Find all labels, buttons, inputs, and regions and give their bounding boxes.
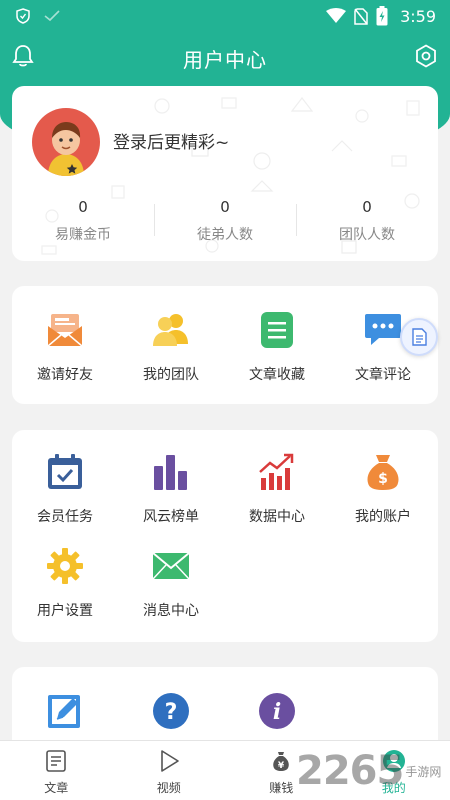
stat-value: 0 (78, 198, 88, 216)
nav-label: 赚钱 (269, 781, 294, 795)
user-icon (382, 749, 406, 773)
menu-label: 邀请好友 (37, 367, 93, 383)
profile-card[interactable]: 登录后更精彩~ 0 易赚金币 0 徒弟人数 0 团队人数 (12, 86, 438, 261)
svg-text:?: ? (165, 700, 178, 725)
menu-info[interactable]: i (224, 691, 330, 731)
check-icon (44, 10, 60, 22)
stat-team[interactable]: 0 团队人数 (296, 198, 438, 248)
menu-label: 用户设置 (37, 603, 93, 619)
nav-label: 文章 (44, 781, 69, 795)
menu-label: 我的团队 (143, 367, 199, 383)
status-time: 3:59 (400, 6, 436, 26)
menu-message-center[interactable]: 消息中心 (118, 546, 224, 620)
invite-envelope-icon (45, 310, 85, 350)
menu-article-collection[interactable]: 文章收藏 (224, 310, 330, 384)
stat-label: 团队人数 (339, 227, 395, 243)
menu-label: 会员任务 (37, 509, 93, 525)
comment-icon (363, 310, 403, 350)
stat-value: 0 (362, 198, 372, 216)
menu-label: 数据中心 (249, 509, 305, 525)
battery-charging-icon (376, 6, 388, 26)
stat-apprentices[interactable]: 0 徒弟人数 (154, 198, 296, 248)
stat-label: 徒弟人数 (197, 227, 253, 243)
menu-my-account[interactable]: $ 我的账户 (330, 452, 436, 526)
money-icon: ¥ (269, 749, 293, 773)
svg-text:$: $ (378, 471, 388, 487)
gear-settings-icon (45, 546, 85, 586)
menu-user-settings[interactable]: 用户设置 (12, 546, 118, 620)
video-play-icon (157, 749, 181, 773)
menu-my-team[interactable]: 我的团队 (118, 310, 224, 384)
menu-ranking-list[interactable]: 风云榜单 (118, 452, 224, 526)
no-sim-icon (354, 7, 368, 25)
menu-member-tasks[interactable]: 会员任务 (12, 452, 118, 526)
nav-tab-articles[interactable]: 文章 (0, 741, 113, 800)
info-icon: i (257, 691, 297, 731)
shield-icon (16, 8, 30, 24)
nav-tab-mine[interactable]: 我的 (338, 741, 450, 800)
menu-label: 消息中心 (143, 603, 199, 619)
svg-text:i: i (273, 699, 281, 725)
stat-value: 0 (220, 198, 230, 216)
menu-label: 风云榜单 (143, 509, 199, 525)
calendar-task-icon (45, 452, 85, 492)
avatar[interactable] (32, 108, 100, 176)
collection-doc-icon (257, 310, 297, 350)
menu-data-center[interactable]: 数据中心 (224, 452, 330, 526)
menu-label: 我的账户 (355, 509, 411, 525)
article-icon (44, 749, 68, 773)
menu-card-tools: 会员任务 风云榜单 数据中心 $ 我的账户 用户设置 消息中心 (12, 430, 438, 642)
message-envelope-icon (151, 546, 191, 586)
money-bag-icon: $ (363, 452, 403, 492)
ranking-bars-icon (151, 452, 191, 492)
team-icon (151, 310, 191, 350)
profile-stats: 0 易赚金币 0 徒弟人数 0 团队人数 (12, 198, 438, 248)
nav-tab-video[interactable]: 视频 (113, 741, 226, 800)
menu-label: 文章评论 (355, 367, 411, 383)
svg-text:¥: ¥ (278, 761, 285, 771)
stat-label: 易赚金币 (55, 227, 111, 243)
document-icon (411, 328, 427, 346)
app-header: 用户中心 (0, 32, 450, 82)
status-bar: 3:59 (0, 0, 450, 32)
bottom-navigation: 文章 视频 ¥ 赚钱 我的 (0, 740, 450, 800)
menu-help[interactable]: ? (118, 691, 224, 731)
menu-label: 文章收藏 (249, 367, 305, 383)
floating-document-button[interactable] (400, 318, 438, 356)
menu-invite-friends[interactable]: 邀请好友 (12, 310, 118, 384)
help-icon: ? (151, 691, 191, 731)
nav-label: 视频 (156, 781, 181, 795)
page-title: 用户中心 (183, 48, 267, 72)
nav-label: 我的 (381, 781, 406, 795)
login-prompt[interactable]: 登录后更精彩~ (113, 128, 229, 153)
wifi-icon (326, 8, 347, 24)
menu-edit[interactable] (12, 691, 118, 731)
data-chart-icon (257, 452, 297, 492)
edit-icon (45, 691, 85, 731)
settings-icon[interactable] (414, 44, 438, 68)
stat-coins[interactable]: 0 易赚金币 (12, 198, 154, 248)
menu-card-social: 邀请好友 我的团队 文章收藏 文章评论 (12, 286, 438, 404)
nav-tab-earn[interactable]: ¥ 赚钱 (225, 741, 338, 800)
